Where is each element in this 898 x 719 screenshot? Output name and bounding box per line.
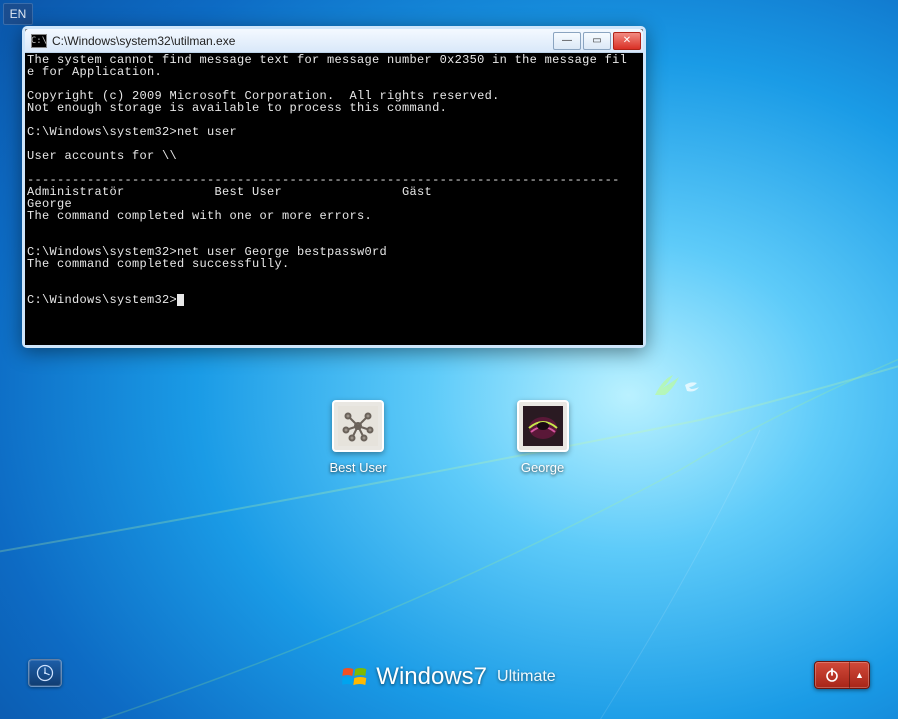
power-options: ▲ [814, 661, 870, 689]
terminal-cursor [177, 294, 184, 306]
ease-of-access-button[interactable] [28, 659, 62, 687]
power-icon [824, 667, 840, 683]
user-label: Best User [329, 460, 386, 475]
window-title: C:\Windows\system32\utilman.exe [52, 34, 553, 48]
avatar [517, 400, 569, 452]
command-prompt-window: C:\ C:\Windows\system32\utilman.exe — ▭ … [22, 26, 646, 348]
user-tile-george[interactable]: George [517, 400, 569, 475]
brand-edition: Ultimate [497, 668, 556, 686]
brand-wordmark: Windows [376, 663, 473, 690]
cmd-icon: C:\ [31, 34, 47, 48]
windows-brand: Windows7 Ultimate [342, 663, 555, 691]
shutdown-button[interactable] [815, 662, 849, 688]
accessibility-icon [35, 663, 55, 683]
user-label: George [517, 460, 569, 475]
minimize-button[interactable]: — [553, 32, 581, 50]
brand-version: 7 [474, 663, 487, 690]
avatar [332, 400, 384, 452]
maximize-button[interactable]: ▭ [583, 32, 611, 50]
close-button[interactable]: ✕ [613, 32, 641, 50]
terminal-output[interactable]: The system cannot find message text for … [25, 53, 643, 345]
window-titlebar[interactable]: C:\ C:\Windows\system32\utilman.exe — ▭ … [25, 29, 643, 53]
power-menu-arrow[interactable]: ▲ [849, 662, 869, 688]
language-indicator[interactable]: EN [3, 3, 33, 25]
user-tile-best-user[interactable]: Best User [329, 400, 386, 475]
windows-logo-icon [342, 666, 368, 688]
user-account-list: Best User George [0, 400, 898, 475]
